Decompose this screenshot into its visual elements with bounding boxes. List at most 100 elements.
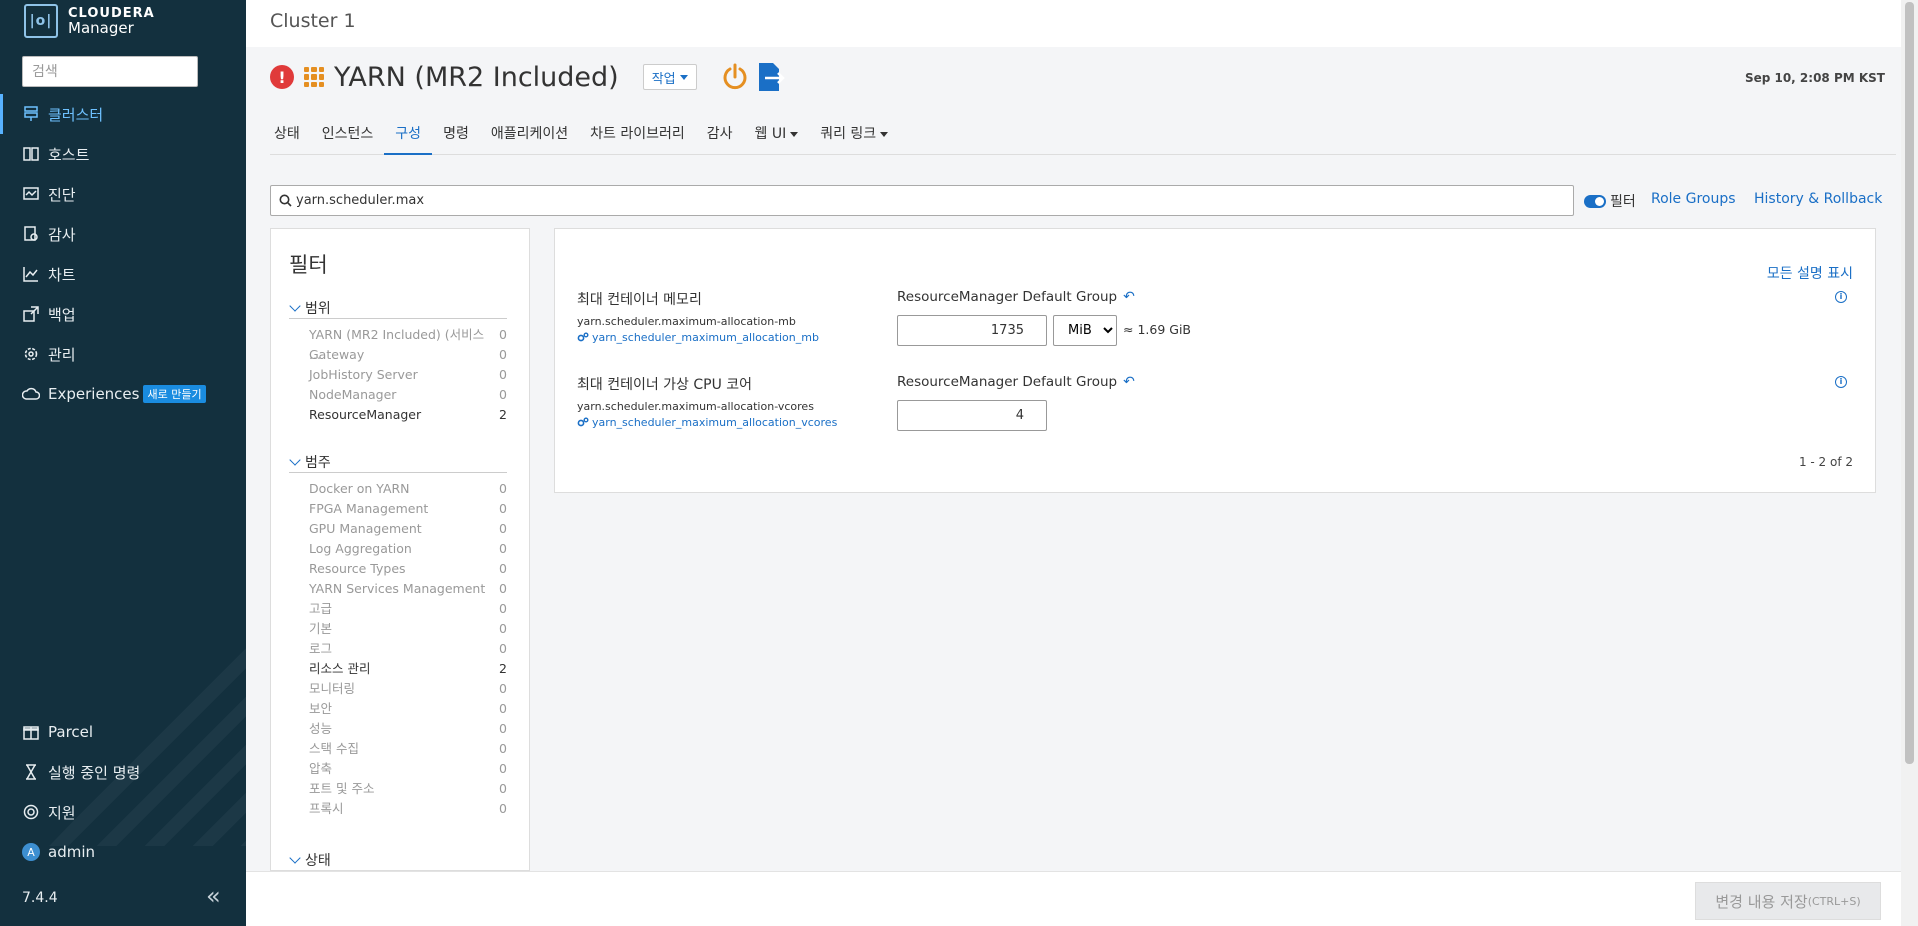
filter-toggle[interactable]: 필터 bbox=[1584, 191, 1636, 211]
sidebar-bottom-nav: Parcel 실행 중인 명령 지원 A admin bbox=[0, 712, 246, 872]
filter-item[interactable]: Docker on YARN 0 bbox=[289, 479, 507, 499]
sidebar-item-hosts[interactable]: 호스트 bbox=[0, 134, 246, 174]
sidebar-item-running-commands[interactable]: 실행 중인 명령 bbox=[0, 752, 246, 792]
cluster-breadcrumb[interactable]: Cluster 1 bbox=[270, 10, 356, 32]
filter-item[interactable]: 압축 0 bbox=[289, 759, 507, 779]
filter-item[interactable]: Resource Types 0 bbox=[289, 559, 507, 579]
config-property-key: yarn.scheduler.maximum-allocation-mb bbox=[577, 315, 796, 328]
sidebar-item-label: 실행 중인 명령 bbox=[48, 763, 141, 782]
sidebar-item-diagnostics[interactable]: 진단 bbox=[0, 174, 246, 214]
filter-item[interactable]: 프록시 0 bbox=[289, 799, 507, 819]
filter-section-header[interactable]: 범주 bbox=[289, 451, 507, 473]
tab-configuration[interactable]: 구성 bbox=[384, 113, 433, 155]
timestamp: Sep 10, 2:08 PM KST bbox=[1744, 71, 1885, 85]
collapse-sidebar-icon[interactable]: « bbox=[206, 884, 221, 908]
history-rollback-link[interactable]: History & Rollback bbox=[1754, 191, 1882, 207]
sidebar-item-label: 진단 bbox=[48, 185, 76, 204]
cloudera-logo[interactable]: |o| CLOUDERA Manager bbox=[24, 4, 155, 38]
audit-icon bbox=[22, 225, 40, 243]
filter-item[interactable]: 로그 0 bbox=[289, 639, 507, 659]
filter-item[interactable]: ResourceManager 2 bbox=[289, 405, 507, 425]
tab-web-ui[interactable]: 웹 UI bbox=[744, 113, 810, 155]
filter-item[interactable]: NodeManager 0 bbox=[289, 385, 507, 405]
show-all-descriptions-link[interactable]: 모든 설명 표시 bbox=[1767, 263, 1853, 283]
restart-power-icon[interactable] bbox=[721, 63, 749, 91]
cluster-icon bbox=[22, 105, 40, 123]
filter-section-header[interactable]: 범위 bbox=[289, 297, 507, 319]
filter-item[interactable]: 보안 0 bbox=[289, 699, 507, 719]
filter-item[interactable]: 포트 및 주소 0 bbox=[289, 779, 507, 799]
tab-chart-library[interactable]: 차트 라이브러리 bbox=[579, 113, 696, 155]
page-scrollbar[interactable] bbox=[1901, 0, 1918, 926]
tab-query-links[interactable]: 쿼리 링크 bbox=[809, 113, 899, 155]
sidebar-nav: 클러스터 호스트 진단 감사 차트 백업 관리 Experiences 새로 만… bbox=[0, 94, 246, 414]
save-label: 변경 내용 저장 bbox=[1715, 892, 1808, 911]
filter-item[interactable]: 성능 0 bbox=[289, 719, 507, 739]
sidebar-item-charts[interactable]: 차트 bbox=[0, 254, 246, 294]
tab-applications[interactable]: 애플리케이션 bbox=[480, 113, 579, 155]
config-search-input[interactable] bbox=[296, 193, 1566, 208]
pagination-label: 1 - 2 of 2 bbox=[1798, 455, 1853, 469]
filter-section-category: 범주 Docker on YARN 0 FPGA Management 0 GPU … bbox=[289, 451, 507, 819]
scrollbar-thumb[interactable] bbox=[1905, 2, 1914, 764]
sidebar-item-label: 호스트 bbox=[48, 145, 90, 164]
sidebar-item-experiences[interactable]: Experiences 새로 만들기 bbox=[0, 374, 246, 414]
sidebar-search-input[interactable] bbox=[22, 56, 198, 87]
sidebar-item-admin[interactable]: 관리 bbox=[0, 334, 246, 374]
sidebar-item-parcel[interactable]: Parcel bbox=[0, 712, 246, 752]
config-variable-link[interactable]: yarn_scheduler_maximum_allocation_vcores bbox=[577, 416, 837, 429]
alert-icon[interactable]: ! bbox=[270, 65, 294, 89]
filter-item[interactable]: 고급 0 bbox=[289, 599, 507, 619]
filter-item[interactable]: 모니터링 0 bbox=[289, 679, 507, 699]
top-bar: Cluster 1 bbox=[246, 0, 1901, 47]
undo-icon[interactable]: ↶ bbox=[1123, 289, 1135, 305]
save-changes-button[interactable]: 변경 내용 저장 (CTRL+S) bbox=[1695, 882, 1881, 920]
filter-panel-title: 필터 bbox=[289, 253, 328, 277]
toggle-switch[interactable] bbox=[1584, 194, 1606, 208]
filter-item[interactable]: 리소스 관리 2 bbox=[289, 659, 507, 679]
sidebar-item-clusters[interactable]: 클러스터 bbox=[0, 94, 246, 134]
filter-item[interactable]: FPGA Management 0 bbox=[289, 499, 507, 519]
filter-section-header[interactable]: 상태 bbox=[289, 849, 507, 870]
sidebar-item-backup[interactable]: 백업 bbox=[0, 294, 246, 334]
sidebar-item-user[interactable]: A admin bbox=[0, 832, 246, 872]
sidebar-item-label: 지원 bbox=[48, 803, 76, 822]
info-icon[interactable]: i bbox=[1835, 291, 1847, 303]
filter-item[interactable]: JobHistory Server 0 bbox=[289, 365, 507, 385]
filter-item[interactable]: GPU Management 0 bbox=[289, 519, 507, 539]
deploy-client-config-icon[interactable] bbox=[755, 61, 785, 93]
save-shortcut: (CTRL+S) bbox=[1807, 894, 1861, 908]
tab-instances[interactable]: 인스턴스 bbox=[311, 113, 385, 155]
main-content: ! YARN (MR2 Included) 작업 Sep 10, 2:08 PM… bbox=[246, 47, 1901, 871]
filter-item[interactable]: Log Aggregation 0 bbox=[289, 539, 507, 559]
filter-toggle-label: 필터 bbox=[1610, 194, 1636, 210]
backup-icon bbox=[22, 305, 40, 323]
cloudera-logo-mark: |o| bbox=[24, 4, 58, 38]
role-groups-link[interactable]: Role Groups bbox=[1651, 191, 1736, 207]
info-icon[interactable]: i bbox=[1835, 376, 1847, 388]
actions-dropdown-button[interactable]: 작업 bbox=[642, 64, 697, 90]
sidebar-item-audit[interactable]: 감사 bbox=[0, 214, 246, 254]
config-label: 최대 컨테이너 가상 CPU 코어 bbox=[577, 377, 753, 393]
tab-audit[interactable]: 감사 bbox=[696, 113, 744, 155]
filter-item[interactable]: YARN Services Management 0 bbox=[289, 579, 507, 599]
config-variable-name: yarn_scheduler_maximum_allocation_mb bbox=[592, 331, 819, 344]
undo-icon[interactable]: ↶ bbox=[1123, 374, 1135, 390]
tab-commands[interactable]: 명령 bbox=[432, 113, 480, 155]
hosts-icon bbox=[22, 145, 40, 163]
max-container-vcores-input[interactable] bbox=[897, 400, 1047, 431]
diagnostics-icon bbox=[22, 185, 40, 203]
tab-status[interactable]: 상태 bbox=[270, 113, 311, 155]
filter-item[interactable]: Gateway 0 bbox=[289, 345, 507, 365]
sidebar-item-support[interactable]: 지원 bbox=[0, 792, 246, 832]
config-variable-link[interactable]: yarn_scheduler_maximum_allocation_mb bbox=[577, 331, 819, 344]
role-group-label: ResourceManager Default Group bbox=[897, 289, 1118, 305]
chevron-down-icon bbox=[289, 453, 301, 466]
filter-item[interactable]: 기본 0 bbox=[289, 619, 507, 639]
max-container-memory-input[interactable] bbox=[897, 315, 1047, 346]
actions-label: 작업 bbox=[651, 71, 676, 87]
service-tabs: 상태 인스턴스 구성 명령 애플리케이션 차트 라이브러리 감사 웹 UI 쿼리… bbox=[270, 113, 1896, 155]
filter-item[interactable]: YARN (MR2 Included) (서비스 ... 0 bbox=[289, 325, 507, 362]
memory-unit-select[interactable]: MiB bbox=[1053, 315, 1117, 346]
filter-item[interactable]: 스택 수집 0 bbox=[289, 739, 507, 759]
